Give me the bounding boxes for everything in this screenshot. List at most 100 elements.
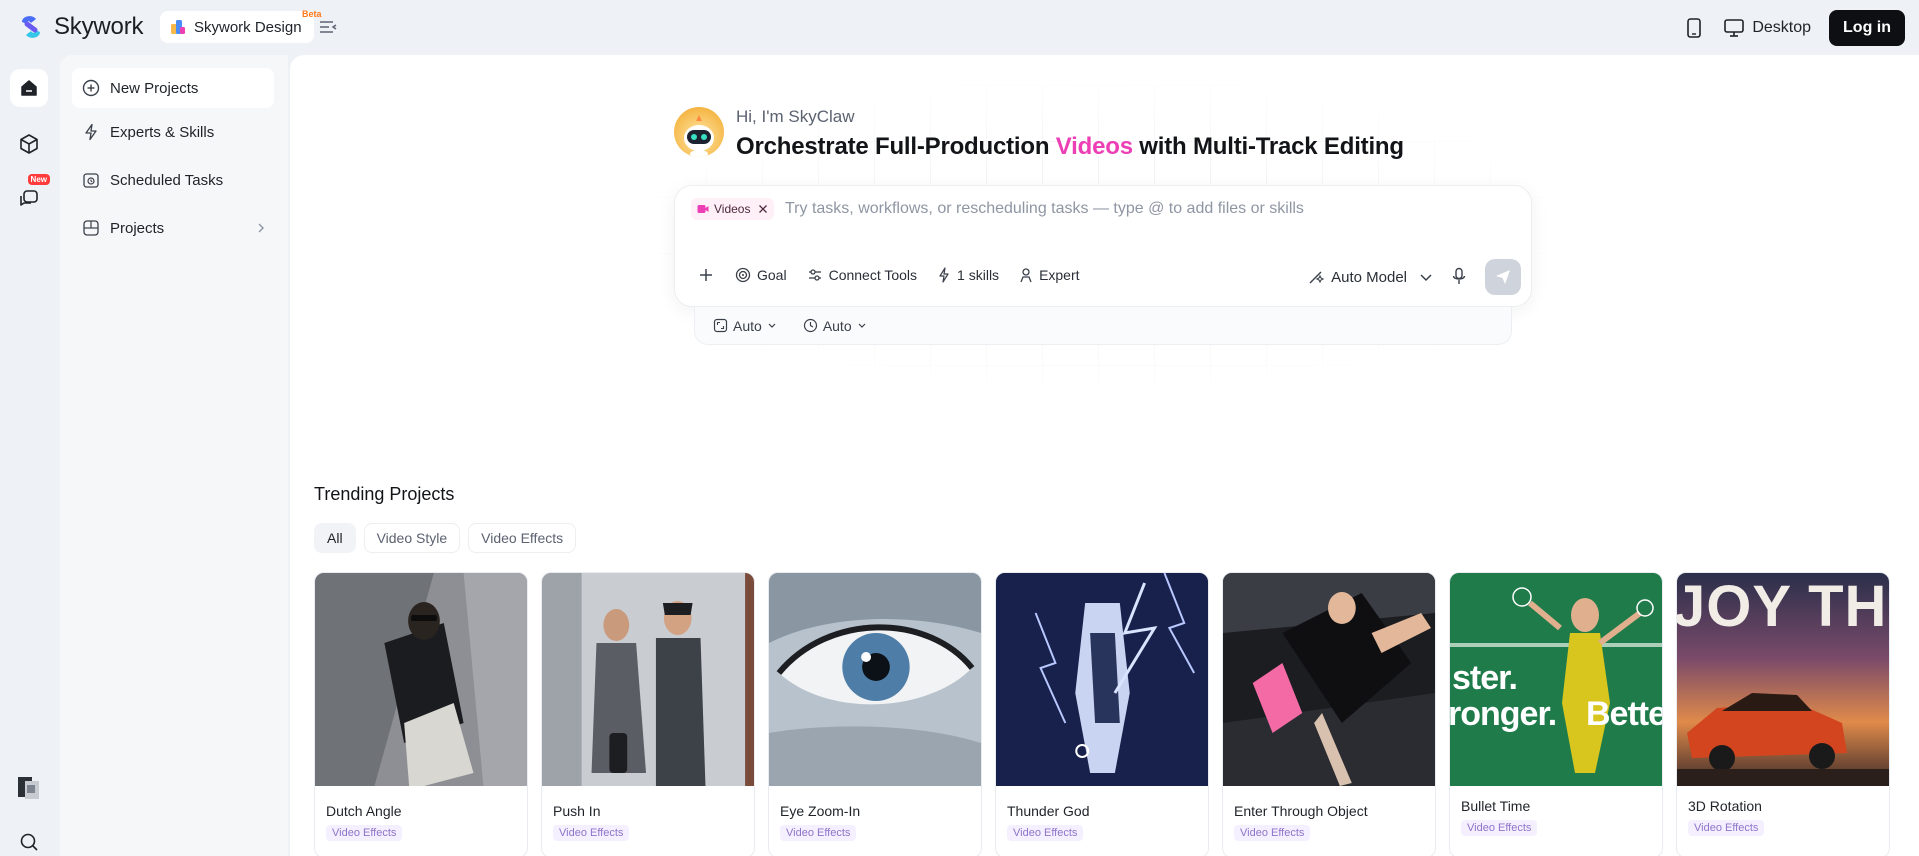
project-card-eye-zoom-in[interactable]: Eye Zoom-In Video Effects <box>768 572 982 856</box>
main-content: Hi, I'm SkyClaw Orchestrate Full-Product… <box>290 55 1919 856</box>
card-tag: Video Effects <box>1461 820 1538 836</box>
app-thumbnail-icon <box>18 777 39 799</box>
push-in-thumbnail <box>542 573 754 786</box>
rail-search[interactable] <box>10 823 48 856</box>
card-title: Thunder God <box>1007 803 1090 819</box>
mobile-button[interactable] <box>1682 16 1706 40</box>
design-label: Skywork Design <box>194 18 302 36</box>
card-tag: Video Effects <box>1688 820 1765 836</box>
expert-label: Expert <box>1039 267 1080 283</box>
sidebar-item-label: Projects <box>110 219 165 237</box>
add-button[interactable] <box>691 260 721 290</box>
desktop-label: Desktop <box>1752 19 1812 36</box>
cube-icon <box>20 134 38 154</box>
sidebar-item-projects[interactable]: Projects <box>72 208 274 248</box>
headline: Orchestrate Full-Production Videos with … <box>736 133 1404 161</box>
voice-button[interactable] <box>1447 265 1471 289</box>
card-tag: Video Effects <box>1234 825 1311 841</box>
card-title: 3D Rotation <box>1688 798 1762 814</box>
new-badge: New <box>27 174 50 185</box>
car-art <box>1677 693 1889 786</box>
goal-button[interactable]: Goal <box>729 260 793 290</box>
enter-through-object-thumbnail <box>1223 573 1435 786</box>
duration-option[interactable]: Auto <box>803 318 867 334</box>
card-title: Enter Through Object <box>1234 803 1368 819</box>
prompt-input[interactable]: Try tasks, workflows, or rescheduling ta… <box>785 200 1304 218</box>
filter-video-style[interactable]: Video Style <box>363 523 461 553</box>
microphone-icon <box>1452 267 1466 284</box>
project-card-enter-through-object[interactable]: Enter Through Object Video Effects <box>1222 572 1436 856</box>
login-button[interactable]: Log in <box>1829 10 1905 46</box>
chip-label: Videos <box>714 202 751 216</box>
calendar-icon <box>83 173 99 188</box>
trending-filters: All Video Style Video Effects <box>314 523 577 553</box>
card-tag: Video Effects <box>326 825 403 841</box>
project-card-3d-rotation[interactable]: JOY THE L 3D Rotation Video Effects <box>1676 572 1890 856</box>
skyclaw-avatar <box>674 107 724 157</box>
rail-home[interactable] <box>10 69 48 107</box>
target-icon <box>735 267 751 283</box>
trending-title: Trending Projects <box>314 484 455 504</box>
phone-icon <box>1687 18 1702 38</box>
project-card-push-in[interactable]: Push In Video Effects <box>541 572 755 856</box>
clock-icon <box>803 318 817 333</box>
aspect-ratio-icon <box>713 318 728 333</box>
headline-accent: Videos <box>1055 133 1133 160</box>
rail-app-thumbnail[interactable] <box>10 768 48 806</box>
chevron-down-icon <box>768 323 776 328</box>
card-title: Dutch Angle <box>326 803 402 819</box>
sliders-icon <box>808 269 821 281</box>
sidebar-item-new-projects[interactable]: New Projects <box>72 68 274 108</box>
send-icon <box>1496 270 1510 284</box>
monitor-icon <box>1724 19 1745 37</box>
skills-button[interactable]: 1 skills <box>931 260 1005 290</box>
eye-zoom-in-thumbnail <box>769 573 981 786</box>
filter-video-effects[interactable]: Video Effects <box>468 523 577 553</box>
aspect-option[interactable]: Auto <box>713 318 777 334</box>
search-icon <box>20 833 38 851</box>
model-label: Auto Model <box>1331 268 1407 286</box>
plus-circle-icon <box>82 79 100 97</box>
card-tag: Video Effects <box>1007 825 1084 841</box>
bullet-time-thumbnail: ster. ronger. Better <box>1450 573 1662 786</box>
filter-all[interactable]: All <box>314 523 356 553</box>
thunder-god-thumbnail <box>996 573 1208 786</box>
card-tag: Video Effects <box>780 825 857 841</box>
design-app-icon <box>171 20 185 34</box>
connect-tools-button[interactable]: Connect Tools <box>801 260 923 290</box>
collapse-menu-icon[interactable] <box>318 17 338 37</box>
composer-right-actions: Auto Model <box>1307 259 1521 295</box>
aspect-option-label: Auto <box>733 317 762 334</box>
greeting: Hi, I'm SkyClaw <box>736 107 855 126</box>
project-card-thunder-god[interactable]: Thunder God Video Effects <box>995 572 1209 856</box>
videos-chip[interactable]: Videos <box>691 198 775 220</box>
expert-button[interactable]: Expert <box>1013 260 1085 290</box>
brand-logo[interactable]: Skywork <box>16 12 143 42</box>
sidebar-item-label: New Projects <box>110 79 199 97</box>
rail-cube[interactable] <box>10 125 48 163</box>
bullet-time-text-1: ster. <box>1452 659 1518 697</box>
send-button[interactable] <box>1485 259 1521 295</box>
close-icon[interactable] <box>758 204 768 214</box>
card-title: Bullet Time <box>1461 798 1531 814</box>
bullet-time-text-2: ronger. <box>1450 695 1557 733</box>
sidebar-item-label: Scheduled Tasks <box>110 171 224 189</box>
project-card-dutch-angle[interactable]: Dutch Angle Video Effects <box>314 572 528 856</box>
sidebar-item-experts-skills[interactable]: Experts & Skills <box>72 112 274 152</box>
folder-icon <box>83 220 99 236</box>
chevron-down-icon <box>1420 274 1432 282</box>
model-selector[interactable]: Auto Model <box>1307 268 1433 286</box>
bullet-time-text-3: Better <box>1586 695 1662 733</box>
video-icon <box>697 205 709 213</box>
skywork-logo-icon <box>22 16 40 38</box>
duration-option-label: Auto <box>822 317 852 334</box>
rail-chat[interactable]: New <box>10 174 50 218</box>
project-card-bullet-time[interactable]: ster. ronger. Better Bullet Time Video E… <box>1449 572 1663 856</box>
desktop-button[interactable]: Desktop <box>1724 19 1811 37</box>
composer-tools: Goal Connect Tools 1 skills Expert <box>691 260 1086 290</box>
skywork-design-button[interactable]: Skywork Design Beta <box>160 9 322 43</box>
goal-label: Goal <box>757 267 787 283</box>
composer-options-bar: Auto Auto <box>694 307 1512 345</box>
sidebar-item-scheduled-tasks[interactable]: Scheduled Tasks <box>72 160 274 200</box>
lightning-icon <box>85 123 97 141</box>
